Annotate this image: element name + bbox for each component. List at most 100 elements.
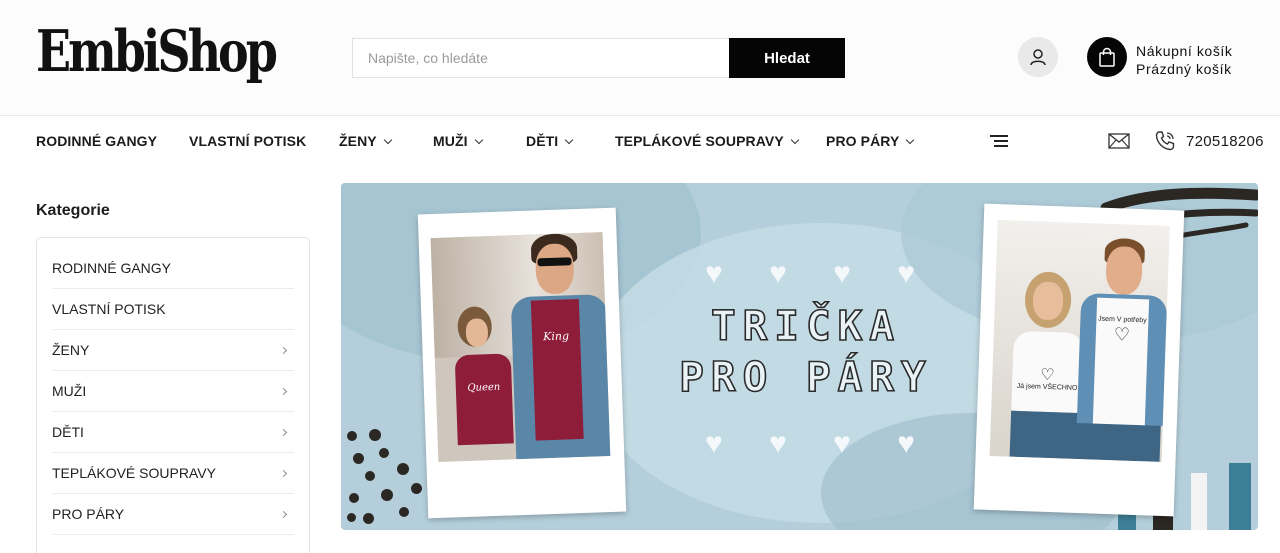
category-item-label: PRO PÁRY xyxy=(52,506,125,522)
phone-icon[interactable] xyxy=(1154,130,1176,152)
hamburger-icon[interactable] xyxy=(990,135,1008,150)
category-item-label: ŽENY xyxy=(52,342,90,358)
heart-icon: ♥ xyxy=(833,427,851,460)
nav-item-rodinne-gangy[interactable]: RODINNÉ GANGY xyxy=(36,133,157,149)
main-navigation: RODINNÉ GANGY VLASTNÍ POTISK ŽENY MUŽI D… xyxy=(0,117,1280,167)
dot-decoration xyxy=(381,489,393,501)
category-item-zeny[interactable]: ŽENY xyxy=(52,330,294,371)
heart-icon: ♥ xyxy=(705,257,723,290)
shopping-bag-icon xyxy=(1099,47,1115,67)
dot-decoration xyxy=(379,448,389,458)
dot-decoration xyxy=(411,483,422,494)
person-woman-face xyxy=(1032,281,1064,321)
brush-stroke-decoration xyxy=(1191,473,1207,530)
dot-decoration xyxy=(353,453,364,464)
dot-decoration xyxy=(347,431,357,441)
left-polaroid-photo: Queen King xyxy=(417,207,627,519)
site-logo[interactable]: EmbiShop xyxy=(36,22,278,80)
banner-headline: TRIČKA PRO PÁRY xyxy=(641,301,971,403)
category-item-muzi[interactable]: MUŽI xyxy=(52,371,294,412)
chevron-right-icon xyxy=(279,469,288,477)
dot-decoration xyxy=(349,493,359,503)
heart-icon: ♥ xyxy=(705,427,723,460)
nav-item-muzi[interactable]: MUŽI xyxy=(433,133,483,149)
nav-item-zeny[interactable]: ŽENY xyxy=(339,133,392,149)
search-input[interactable] xyxy=(352,38,729,78)
category-item-label: VLASTNÍ POTISK xyxy=(52,301,166,317)
category-item-label: TEPLÁKOVÉ SOUPRAVY xyxy=(52,465,216,481)
chevron-right-icon xyxy=(279,510,288,518)
person-man-face xyxy=(534,243,575,295)
heart-icon: ♥ xyxy=(769,427,787,460)
nav-item-label: RODINNÉ GANGY xyxy=(36,133,158,149)
nav-item-label: PRO PÁRY xyxy=(826,133,900,149)
shirt-text: Já jsem VŠECHNO xyxy=(1016,382,1078,392)
categories-heading: Kategorie xyxy=(36,202,110,219)
chevron-right-icon xyxy=(279,346,288,354)
chevron-right-icon xyxy=(279,387,288,395)
heart-icon: ♡ xyxy=(1113,324,1131,345)
shirt-text: King xyxy=(542,329,570,344)
category-list: RODINNÉ GANGY VLASTNÍ POTISK ŽENY MUŽI D… xyxy=(36,237,310,553)
banner-headline-line1: TRIČKA xyxy=(710,301,902,351)
shirt-king: King xyxy=(530,298,584,441)
user-icon xyxy=(1030,49,1046,66)
shirt-text: Queen xyxy=(467,381,501,394)
shirt-text: Jsem V potřeby xyxy=(1097,315,1147,325)
cart-title: Nákupní košík xyxy=(1136,43,1233,59)
category-item-label: MUŽI xyxy=(52,383,87,399)
search-bar: Hledat xyxy=(352,38,845,78)
search-button[interactable]: Hledat xyxy=(729,38,845,78)
hearts-row-bottom: ♥ ♥ ♥ ♥ xyxy=(705,427,915,461)
shirt-white-left: ♡ Já jsem VŠECHNO xyxy=(1011,330,1084,414)
chevron-down-icon xyxy=(474,135,483,144)
cart-summary[interactable]: Nákupní košík Prázdný košík xyxy=(1136,42,1233,78)
chevron-right-icon xyxy=(279,428,288,436)
category-item-label: RODINNÉ GANGY xyxy=(52,260,172,276)
chevron-down-icon xyxy=(565,135,574,144)
category-item-rodinne-gangy[interactable]: RODINNÉ GANGY xyxy=(52,238,294,289)
heart-icon: ♥ xyxy=(897,427,915,460)
nav-item-label: MUŽI xyxy=(433,133,468,149)
nav-item-teplakove-soupravy[interactable]: TEPLÁKOVÉ SOUPRAVY xyxy=(615,133,800,149)
couple-photo: Queen King xyxy=(430,232,611,462)
banner-headline-line2: PRO PÁRY xyxy=(678,352,933,402)
nav-item-deti[interactable]: DĚTI xyxy=(526,133,574,149)
cart-status: Prázdný košík xyxy=(1136,61,1232,77)
nav-item-label: DĚTI xyxy=(526,133,559,149)
brush-stroke-decoration xyxy=(1229,463,1251,530)
shirt-queen: Queen xyxy=(454,353,514,446)
account-button[interactable] xyxy=(1018,37,1058,77)
dot-decoration xyxy=(347,513,356,522)
mail-icon[interactable] xyxy=(1108,133,1130,149)
heart-icon: ♥ xyxy=(833,257,851,290)
site-header: EmbiShop Hledat Nákupní košík Prázdný ko… xyxy=(0,0,1280,116)
dot-decoration xyxy=(397,463,409,475)
nav-item-pro-pary[interactable]: PRO PÁRY xyxy=(826,133,915,149)
nav-item-label: TEPLÁKOVÉ SOUPRAVY xyxy=(615,133,784,149)
chevron-down-icon xyxy=(906,135,915,144)
dot-decoration xyxy=(363,513,374,524)
category-item-pro-pary[interactable]: PRO PÁRY xyxy=(52,494,294,535)
category-item-label: DĚTI xyxy=(52,424,84,440)
couple-photo: ♡ Já jsem VŠECHNO Jsem V potřeby ♡ xyxy=(989,220,1170,462)
right-polaroid-photo: ♡ Já jsem VŠECHNO Jsem V potřeby ♡ xyxy=(973,203,1185,517)
heart-icon: ♥ xyxy=(897,257,915,290)
nav-item-label: ŽENY xyxy=(339,133,377,149)
dot-decoration xyxy=(399,507,409,517)
hearts-row-top: ♥ ♥ ♥ ♥ xyxy=(705,257,915,291)
nav-item-label: VLASTNÍ POTISK xyxy=(189,133,307,149)
hero-banner[interactable]: Queen King ♡ Já jsem VŠECHNO Jsem V potř… xyxy=(341,183,1258,530)
cart-button[interactable] xyxy=(1087,37,1127,77)
chevron-down-icon xyxy=(383,135,392,144)
phone-number[interactable]: 720518206 xyxy=(1186,133,1264,150)
category-item-vlastni-potisk[interactable]: VLASTNÍ POTISK xyxy=(52,289,294,330)
chevron-down-icon xyxy=(790,135,800,144)
category-item-deti[interactable]: DĚTI xyxy=(52,412,294,453)
person-woman-face xyxy=(465,318,489,347)
nav-item-vlastni-potisk[interactable]: VLASTNÍ POTISK xyxy=(189,133,306,149)
dot-decoration xyxy=(365,471,375,481)
heart-icon: ♥ xyxy=(769,257,787,290)
category-item-teplakove-soupravy[interactable]: TEPLÁKOVÉ SOUPRAVY xyxy=(52,453,294,494)
dot-decoration xyxy=(369,429,381,441)
